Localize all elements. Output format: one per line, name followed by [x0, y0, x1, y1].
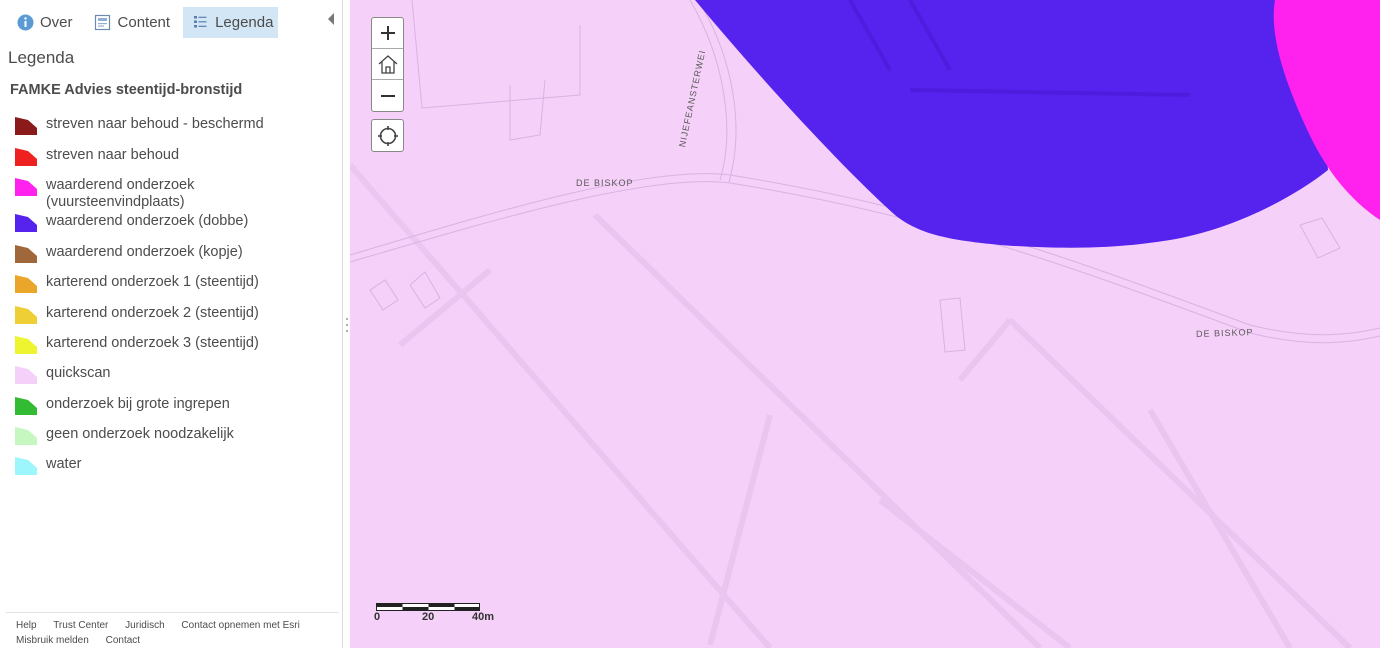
legend-swatch [15, 397, 37, 415]
legend-list: streven naar behoud - beschermd streven n… [14, 110, 334, 480]
legend-item: streven naar behoud [14, 141, 334, 171]
scale-label-40m: 40m [472, 611, 495, 623]
legend-label: waarderend onderzoek (kopje) [46, 244, 243, 260]
legend-item: water [14, 450, 334, 480]
legend-item: waarderend onderzoek (dobbe) [14, 207, 334, 238]
legend-label: waarderend onderzoek (dobbe) [46, 213, 249, 229]
tab-over-label: Over [40, 14, 73, 31]
legend-label: waarderend onderzoek (vuursteenvindplaat… [46, 177, 195, 210]
legend-swatch [15, 336, 37, 354]
legend-swatch [15, 306, 37, 324]
scale-label-0: 0 [374, 611, 381, 623]
legend-item: karterend onderzoek 1 (steentijd) [14, 268, 334, 299]
footer-link-trust-center[interactable]: Trust Center [53, 620, 108, 631]
legend-swatch [15, 457, 37, 475]
legend-swatch [15, 366, 37, 384]
legend-item: streven naar behoud - beschermd [14, 110, 334, 141]
home-button[interactable] [372, 49, 403, 80]
legend-label: onderzoek bij grote ingrepen [46, 396, 230, 412]
scale-label-20: 20 [422, 611, 435, 623]
content-icon [94, 14, 112, 32]
legend-label: karterend onderzoek 1 (steentijd) [46, 274, 259, 290]
footer-link-juridisch[interactable]: Juridisch [125, 620, 164, 631]
legend-label: geen onderzoek noodzakelijk [46, 426, 234, 442]
legend-item: geen onderzoek noodzakelijk [14, 420, 334, 450]
locate-icon [377, 125, 398, 146]
panel-title: Legenda [8, 48, 75, 67]
legend-label: water [46, 456, 82, 472]
road-label-de-biskop-2: DE BISKOP [1195, 326, 1254, 340]
zoom-in-button[interactable] [372, 18, 403, 49]
footer-link-contact[interactable]: Contact [106, 635, 140, 646]
tab-legenda[interactable]: Legenda [183, 7, 279, 38]
legend-label: karterend onderzoek 3 (steentijd) [46, 335, 259, 351]
map-canvas [350, 0, 1380, 648]
legend-swatch [15, 427, 37, 445]
footer: Help Trust Center Juridisch Contact opne… [6, 612, 339, 648]
collapse-panel-button[interactable] [326, 12, 336, 26]
legend-swatch [15, 117, 37, 135]
legend-label: streven naar behoud - beschermd [46, 116, 264, 132]
legend-swatch [15, 214, 37, 232]
triangle-left-icon [328, 13, 334, 25]
footer-link-misbruik[interactable]: Misbruik melden [16, 635, 89, 646]
legend-item: onderzoek bij grote ingrepen [14, 390, 334, 420]
tab-content-label: Content [117, 14, 171, 31]
legend-item: karterend onderzoek 2 (steentijd) [14, 299, 334, 329]
legend-label: streven naar behoud [46, 147, 180, 163]
layer-title: FAMKE Advies steentijd-bronstijd [10, 82, 243, 98]
legend-icon [191, 14, 209, 32]
zoom-out-button[interactable] [372, 80, 403, 111]
legend-swatch [15, 275, 37, 293]
plus-icon [380, 26, 395, 40]
legend-label: quickscan [46, 365, 111, 381]
legend-swatch [15, 178, 37, 196]
side-panel: Over Content Legenda Legenda FAMKE Advie… [0, 0, 343, 648]
tab-over[interactable]: Over [8, 7, 78, 38]
info-icon [16, 14, 34, 32]
legend-item: karterend onderzoek 3 (steentijd) [14, 329, 334, 359]
legend-swatch [15, 245, 37, 263]
road-label-de-biskop-1: DE BISKOP [576, 178, 634, 188]
map-view[interactable]: DE BISKOP NIJEFEANSTERWEI DE BISKOP 0 20… [350, 0, 1380, 648]
home-icon [378, 55, 397, 74]
panel-tabs: Over Content Legenda [8, 7, 286, 39]
footer-link-contact-esri[interactable]: Contact opnemen met Esri [181, 620, 299, 631]
locate-button[interactable] [371, 119, 404, 152]
legend-item: waarderend onderzoek (kopje) [14, 238, 334, 268]
minus-icon [380, 94, 395, 97]
legend-swatch [15, 148, 37, 166]
tab-content[interactable]: Content [86, 7, 176, 38]
legend-item: quickscan [14, 359, 334, 390]
zoom-control [371, 17, 404, 112]
legend-label: karterend onderzoek 2 (steentijd) [46, 305, 259, 321]
footer-link-help[interactable]: Help [16, 620, 37, 631]
legend-item: waarderend onderzoek (vuursteenvindplaat… [14, 171, 334, 210]
tab-legenda-label: Legenda [215, 14, 274, 31]
